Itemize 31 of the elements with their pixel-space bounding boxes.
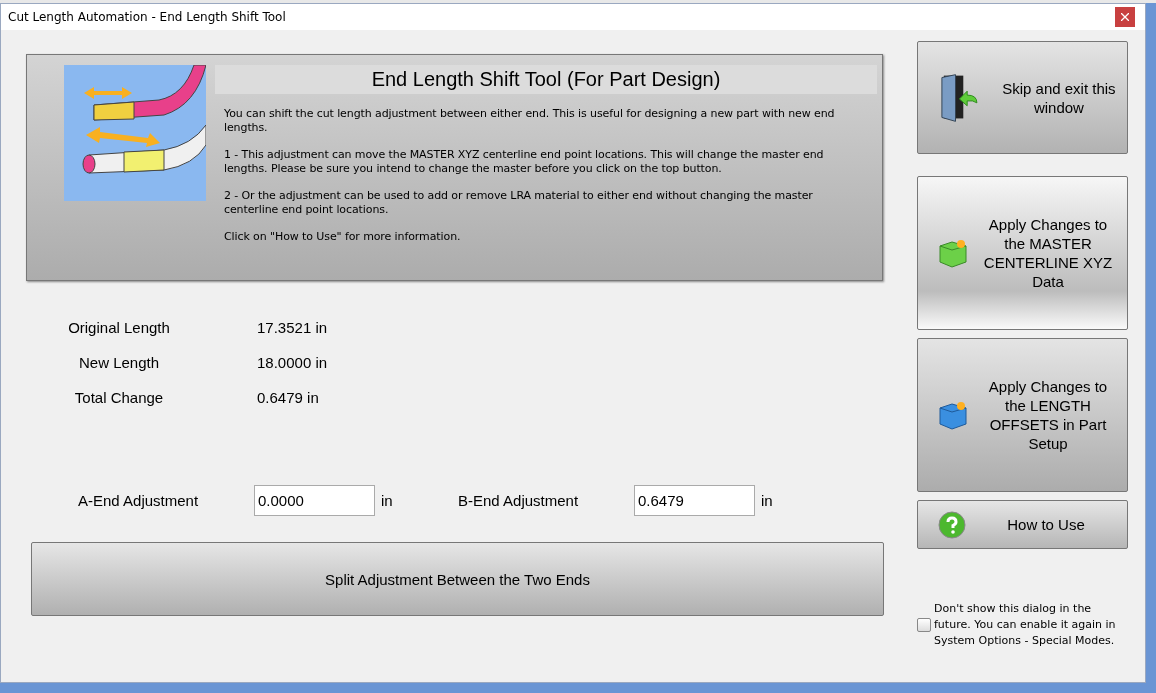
stat-value: 17.3521 in (257, 319, 329, 337)
adjustment-field[interactable]: 0.0000 (254, 485, 375, 516)
split-adjustment-button[interactable]: Split Adjustment Between the Two Ends (31, 542, 884, 616)
info-paragraph: 1 - This adjustment can move the MASTER XYZ centerline end point locations. This will change the master end lengths. Please be sure you intend to change the master before you click on the top button. (224, 148, 825, 176)
checkbox[interactable] (917, 618, 931, 632)
stat-value: 0.6479 in (257, 389, 320, 407)
door-icon (938, 72, 981, 123)
exit-button[interactable]: Skip and exit this window (917, 41, 1128, 154)
window-title: Cut Length Automation - End Length Shift Tool (7, 10, 286, 24)
stat-label: New Length (77, 354, 161, 372)
stat-label: Original Length (67, 319, 171, 337)
offsets-button[interactable]: Apply Changes to the LENGTH OFFSETS in Part Setup (917, 338, 1128, 492)
checkbox-label: Don't show this dialog in the future. You can enable it again in System Options - Special Modes. (934, 601, 1117, 649)
unit-label: in (761, 492, 774, 509)
panel-title: End Length Shift Tool (For Part Design) (215, 65, 877, 94)
info-paragraph: You can shift the cut length adjustment between either end. This is useful for designing a new part with new end lengths. (224, 107, 836, 135)
close-icon (1121, 13, 1129, 21)
adjustment-label: A-End Adjustment (78, 492, 200, 509)
info-paragraph: 2 - Or the adjustment can be used to add or remove LRA material to either end without changing the master centerline end point locations. (224, 189, 814, 217)
stat-label: Total Change (73, 389, 165, 407)
master-button[interactable]: Apply Changes to the MASTER CENTERLINE XYZ Data (917, 176, 1128, 330)
close-button[interactable] (1115, 7, 1135, 27)
adjustment-label: B-End Adjustment (458, 492, 580, 509)
cube-icon (938, 400, 968, 430)
cube-icon (938, 238, 968, 268)
info-paragraph: Click on "How to Use" for more information. (224, 230, 462, 244)
help-icon (938, 510, 966, 539)
help-button[interactable]: How to Use (917, 500, 1128, 549)
unit-label: in (381, 492, 394, 509)
stat-value: 18.0000 in (257, 354, 329, 372)
adjustment-field[interactable]: 0.6479 (634, 485, 755, 516)
